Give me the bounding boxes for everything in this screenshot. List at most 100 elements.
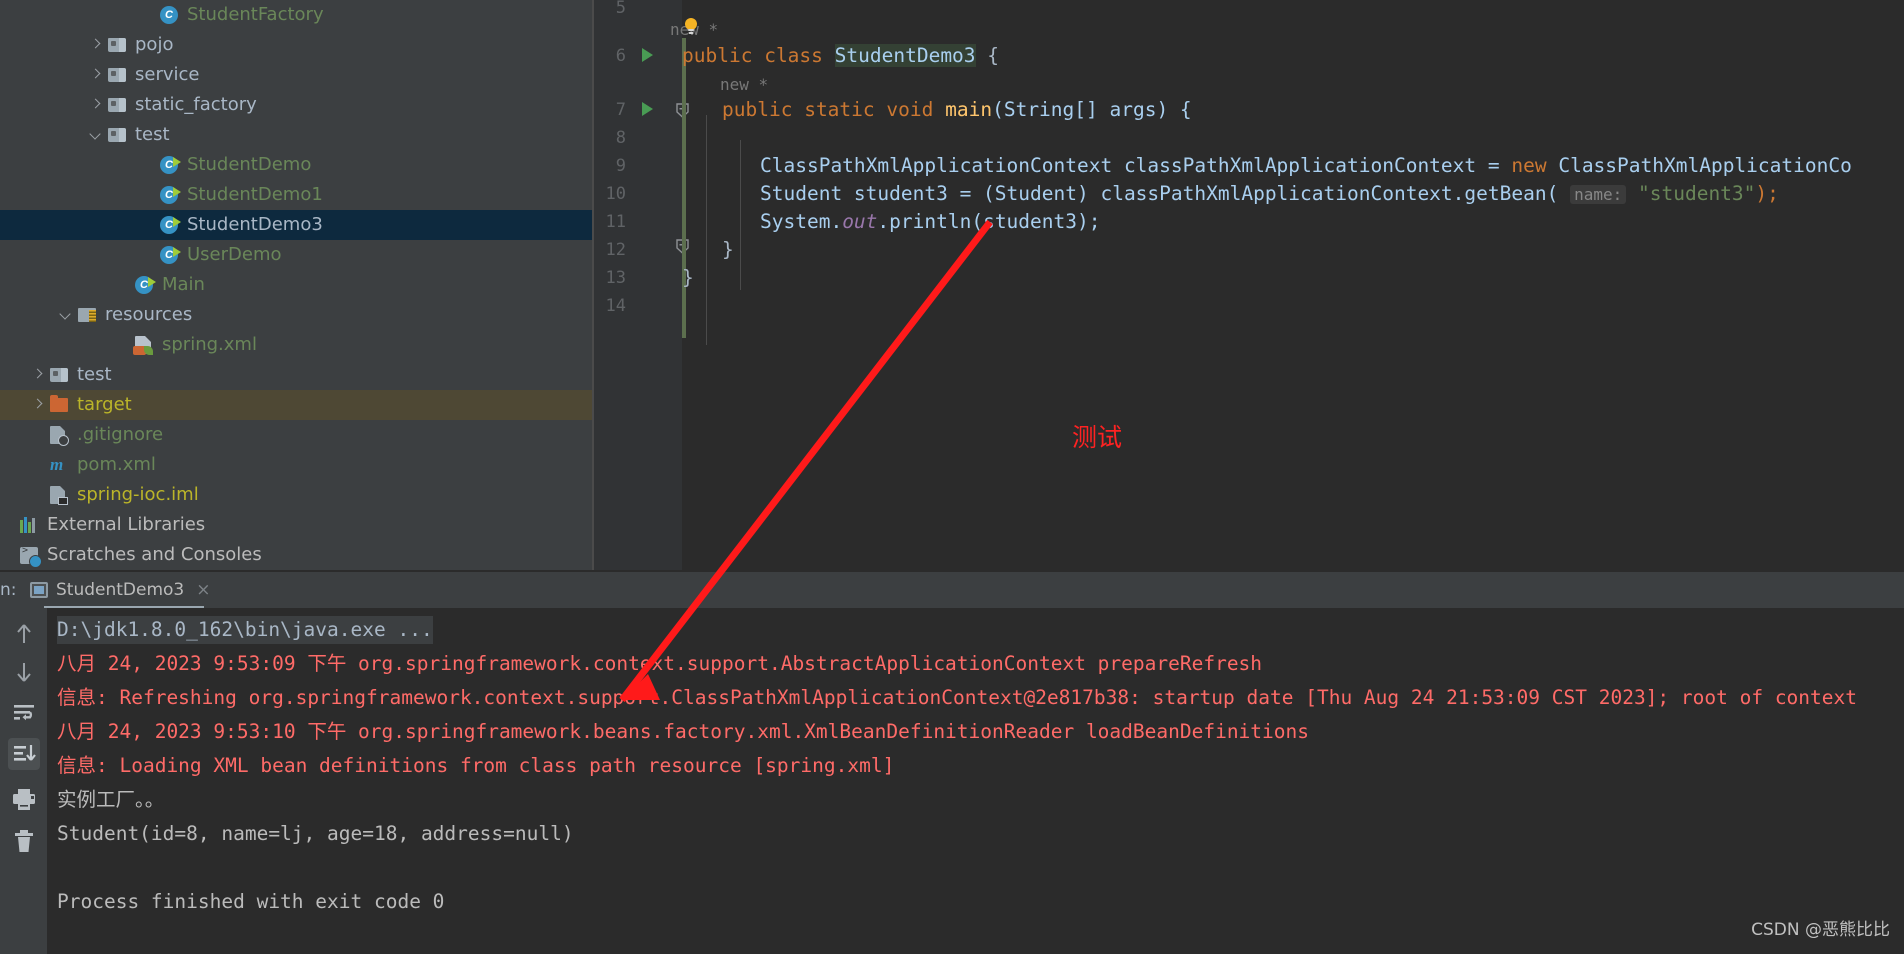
run-config-icon [30, 582, 48, 598]
run-tab-label: StudentDemo3 [56, 580, 185, 600]
tree-item-label: test [77, 364, 112, 385]
tree-item-label: StudentDemo1 [187, 184, 323, 205]
scroll-down-icon[interactable] [8, 656, 40, 688]
tree-item-gitignore[interactable]: .gitignore [0, 420, 592, 450]
line-number-12: 12 [605, 240, 626, 260]
editor-gutter[interactable]: 5 6 7 8 9 10 11 12 13 14 [592, 0, 689, 572]
console-output[interactable]: D:\jdk1.8.0_162\bin\java.exe ... 八月 24, 2… [47, 608, 1904, 954]
kw-public: public [682, 44, 753, 67]
chevron-right-icon[interactable] [88, 97, 104, 113]
tree-item-label: External Libraries [47, 514, 206, 535]
intention-bulb-icon[interactable] [681, 16, 701, 36]
chevron-down-icon[interactable] [58, 307, 74, 323]
vcs-change-stripe [682, 38, 686, 338]
line-number-9: 9 [615, 156, 626, 176]
code-line-13: } [682, 266, 694, 289]
inlay-hint-new-2: new * [720, 75, 769, 94]
console-line: 八月 24, 2023 9:53:09 下午 org.springframewo… [57, 652, 1263, 675]
code-line-6: public class StudentDemo3 { [682, 42, 999, 70]
tree-item-static-factory[interactable]: static_factory [0, 90, 592, 120]
java-class-runnable-icon: C [135, 275, 156, 295]
chevron-right-icon[interactable] [30, 367, 46, 383]
tree-item-userdemo[interactable]: C UserDemo [0, 240, 592, 270]
tree-item-studentdemo1[interactable]: C StudentDemo1 [0, 180, 592, 210]
project-tree-panel[interactable]: C StudentFactory pojo service static_factory… [0, 0, 592, 572]
run-gutter-icon[interactable] [642, 48, 653, 62]
soft-wrap-icon[interactable] [8, 696, 40, 728]
tree-item-test[interactable]: test [0, 360, 592, 390]
param-hint-name: name: [1570, 185, 1627, 204]
folder-icon [108, 95, 128, 115]
tree-item-label: pom.xml [77, 454, 156, 475]
tree-item-label: Main [162, 274, 205, 295]
indent-guide [740, 140, 741, 290]
tree-item-spring-xml[interactable]: spring.xml [0, 330, 592, 360]
tree-item-label: service [135, 64, 200, 85]
line-number-11: 11 [605, 212, 626, 232]
line-number-5: 5 [615, 0, 626, 18]
stmt-end: ); [1755, 182, 1779, 205]
tree-item-studentdemo[interactable]: C StudentDemo [0, 150, 592, 180]
run-tool-window: n: StudentDemo3 × D:\jdk1.8.0_162\bin\ja… [0, 572, 1904, 954]
tree-item-external-libraries[interactable]: External Libraries [0, 510, 592, 540]
close-icon[interactable]: × [196, 580, 210, 600]
scroll-up-icon[interactable] [8, 618, 40, 650]
run-gutter-icon[interactable] [642, 102, 653, 116]
console-line: D:\jdk1.8.0_162\bin\java.exe ... [57, 616, 433, 644]
editor-code-area[interactable]: new * public class StudentDemo3 { new * … [670, 0, 1904, 572]
console-toolbar [0, 608, 47, 954]
chevron-right-icon[interactable] [88, 37, 104, 53]
tree-item-scratches-and-consoles[interactable]: Scratches and Consoles [0, 540, 592, 570]
tree-item-spring-ioc-iml[interactable]: spring-ioc.iml [0, 480, 592, 510]
scroll-to-end-icon[interactable] [8, 738, 40, 770]
line-number-14: 14 [605, 296, 626, 316]
editor-divider [592, 0, 594, 572]
tree-item-service[interactable]: service [0, 60, 592, 90]
tree-item-label: spring-ioc.iml [77, 484, 199, 505]
tree-item-test[interactable]: test [0, 120, 592, 150]
kw-public: public [722, 98, 793, 121]
tree-item-label: spring.xml [162, 334, 257, 355]
tree-item-studentdemo3[interactable]: C StudentDemo3 [0, 210, 592, 240]
chevron-right-icon[interactable] [88, 67, 104, 83]
indent-guide [706, 115, 707, 345]
print-icon[interactable] [8, 783, 40, 815]
tree-item-label: StudentFactory [187, 4, 324, 25]
console-line: Student(id=8, name=lj, age=18, address=n… [57, 822, 574, 845]
java-class-runnable-icon: C [160, 155, 181, 175]
trash-icon[interactable] [8, 825, 40, 857]
tree-item-label: StudentDemo3 [187, 214, 323, 235]
tree-item-pom-xml[interactable]: m pom.xml [0, 450, 592, 480]
chevron-down-icon[interactable] [88, 127, 104, 143]
ctx-decl: ClassPathXmlApplicationContext classPath… [760, 154, 1512, 177]
line-number-7: 7 [615, 100, 626, 120]
line-number-8: 8 [615, 128, 626, 148]
java-class-runnable-icon: C [160, 215, 181, 235]
class-name-token: StudentDemo3 [834, 44, 976, 67]
tree-item-target[interactable]: target [0, 390, 592, 420]
code-line-10: Student student3 = (Student) classPathXm… [760, 180, 1779, 209]
iml-icon [50, 485, 70, 505]
console-line: 信息: Refreshing org.springframework.conte… [57, 686, 1857, 709]
out-field: out [842, 210, 878, 233]
tree-item-pojo[interactable]: pojo [0, 30, 592, 60]
tree-item-studentfactory[interactable]: C StudentFactory [0, 0, 592, 30]
run-tab-studentdemo3[interactable]: StudentDemo3 × [30, 575, 211, 605]
code-editor[interactable]: 5 6 7 8 9 10 11 12 13 14 new * public class Stude… [592, 0, 1904, 572]
folder-icon [50, 365, 70, 385]
java-class-runnable-icon: C [160, 245, 181, 265]
kw-static: static [804, 98, 875, 121]
annotation-label: 测试 [1072, 423, 1123, 452]
folder-icon [108, 65, 128, 85]
tree-item-resources[interactable]: resources [0, 300, 592, 330]
line-number-13: 13 [605, 268, 626, 288]
tree-item-main[interactable]: C Main [0, 270, 592, 300]
chevron-right-icon[interactable] [30, 397, 46, 413]
